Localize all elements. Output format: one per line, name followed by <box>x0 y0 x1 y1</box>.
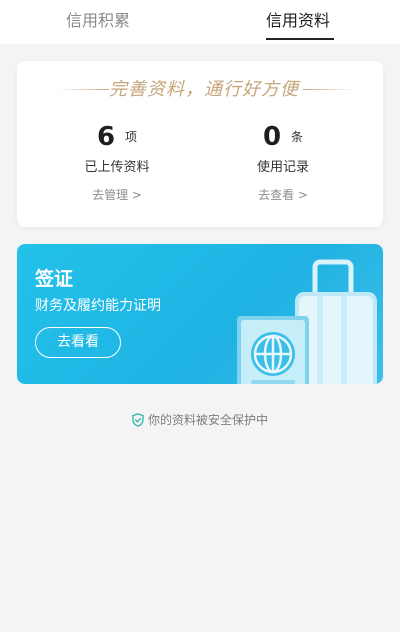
records-unit: 条 <box>291 130 304 144</box>
view-link[interactable]: 去查看 > <box>223 187 343 203</box>
documents-summary-card: 完善资料，通行好方便 6项 已上传资料 去管理 > 0条 使用记录 去查看 > <box>17 61 383 227</box>
banner-title: 签证 <box>35 268 74 290</box>
uploaded-label: 已上传资料 <box>84 160 150 175</box>
manage-link[interactable]: 去管理 > <box>57 187 177 203</box>
tab-credit-documents[interactable]: 信用资料 <box>266 10 330 32</box>
banner-subtitle: 财务及履约能力证明 <box>35 298 161 314</box>
tab-bar: 信用积累 信用资料 <box>0 0 400 44</box>
slogan-header: 完善资料，通行好方便 <box>17 77 383 103</box>
security-notice: 你的资料被安全保护中 <box>0 410 400 430</box>
passport-suitcase-illustration <box>237 259 377 384</box>
slogan-text: 完善资料，通行好方便 <box>109 79 299 100</box>
slogan-divider-right <box>303 89 355 90</box>
security-text: 你的资料被安全保护中 <box>147 413 268 427</box>
usage-records-stat: 0条 使用记录 去查看 > <box>223 121 343 203</box>
uploaded-unit: 项 <box>125 130 138 144</box>
active-tab-indicator <box>266 38 334 40</box>
shield-check-icon <box>132 413 144 427</box>
records-count: 0 <box>262 122 282 152</box>
view-visa-button[interactable]: 去看看 <box>35 327 121 358</box>
visa-banner[interactable]: 签证 财务及履约能力证明 去看看 <box>17 244 383 384</box>
uploaded-count: 6 <box>96 122 116 152</box>
records-label: 使用记录 <box>256 160 309 175</box>
uploaded-documents-stat: 6项 已上传资料 去管理 > <box>57 121 177 203</box>
tab-credit-accumulation[interactable]: 信用积累 <box>66 10 130 32</box>
